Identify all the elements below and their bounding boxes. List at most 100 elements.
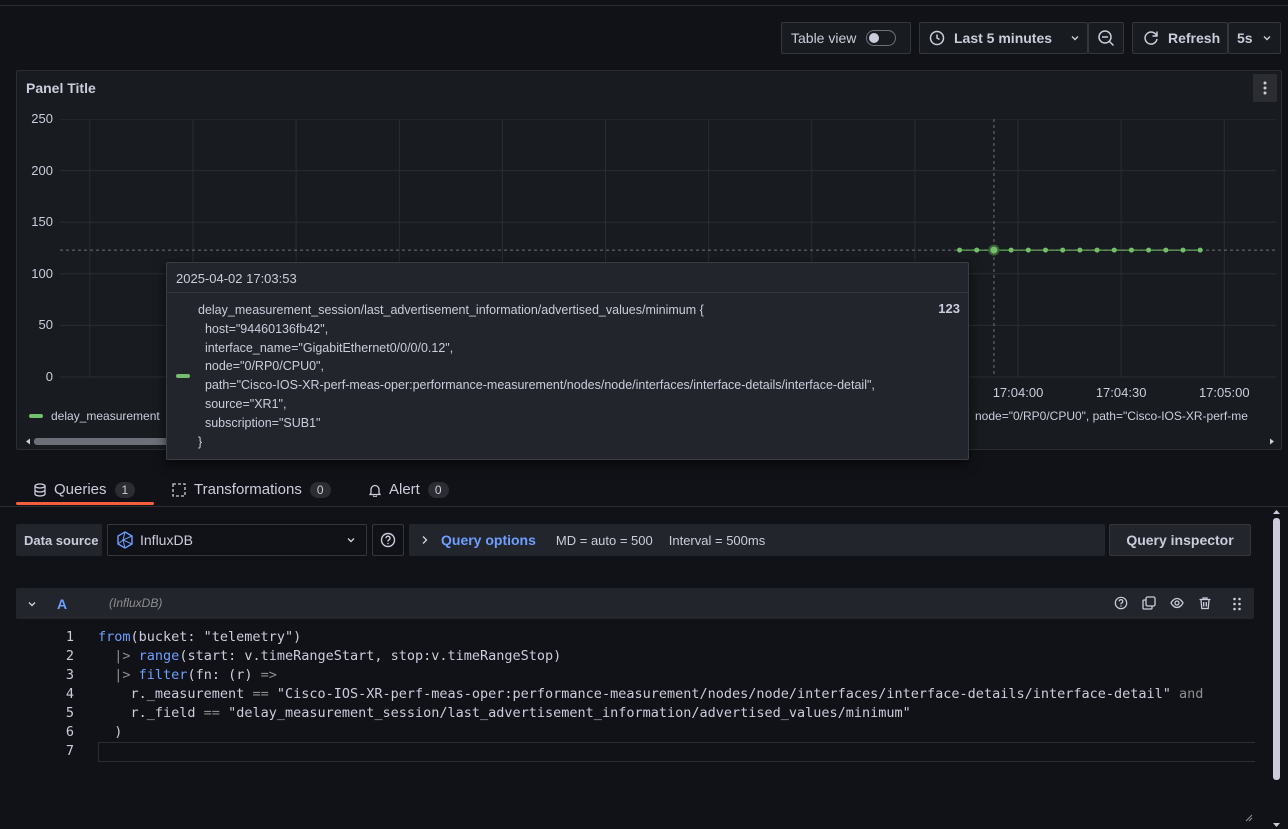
- editor-scrollbar[interactable]: [1272, 508, 1281, 829]
- legend-label-right: node="0/RP0/CPU0", path="Cisco-IOS-XR-pe…: [975, 409, 1248, 423]
- code-line[interactable]: 4 r._measurement == "Cisco-IOS-XR-perf-m…: [40, 686, 1255, 705]
- current-line-highlight: [98, 742, 1255, 762]
- y-tick-label: 250: [31, 111, 53, 126]
- toggle-switch[interactable]: [866, 30, 897, 46]
- datasource-selected: InfluxDB: [140, 532, 193, 548]
- code-text[interactable]: |> filter(fn: (r) =>: [98, 667, 277, 683]
- code-line[interactable]: 5 r._field == "delay_measurement_session…: [40, 705, 1255, 724]
- tab-transformations-count: 0: [309, 481, 331, 498]
- graph-tooltip: 2025-04-02 17:03:53 delay_measurement_se…: [166, 262, 969, 460]
- code-text[interactable]: r._field == "delay_measurement_session/l…: [98, 705, 911, 721]
- code-line[interactable]: 2 |> range(start: v.timeRangeStart, stop…: [40, 648, 1255, 667]
- query-options-label[interactable]: Query options: [441, 532, 536, 548]
- refresh-interval-picker[interactable]: 5s: [1228, 22, 1281, 54]
- chevron-down-icon: [346, 535, 356, 545]
- resize-handle-icon[interactable]: [1245, 814, 1253, 822]
- hovered-point[interactable]: [988, 244, 1000, 256]
- tooltip-divider: [167, 292, 968, 293]
- series-point[interactable]: [1077, 247, 1083, 253]
- line-number: 6: [65, 724, 74, 740]
- panel-title: Panel Title: [26, 80, 96, 96]
- refresh-label: Refresh: [1168, 30, 1221, 46]
- datasource-help-button[interactable]: [372, 524, 404, 556]
- drag-handle-icon[interactable]: [1232, 597, 1242, 611]
- code-text[interactable]: ): [98, 724, 122, 740]
- tab-alert-count: 0: [427, 481, 449, 498]
- datasource-label: Data source: [16, 524, 102, 556]
- tabs-divider: [0, 506, 1288, 507]
- table-view-label: Table view: [791, 30, 857, 46]
- code-text[interactable]: from(bucket: "telemetry"): [98, 629, 301, 645]
- query-options-md: MD = auto = 500: [555, 532, 653, 548]
- database-icon: [34, 482, 46, 497]
- question-circle-icon[interactable]: [1114, 596, 1128, 610]
- series-point[interactable]: [1180, 247, 1186, 253]
- query-options-interval: Interval = 500ms: [668, 532, 766, 548]
- line-number: 2: [65, 648, 74, 664]
- x-tick-label: 17:05:00: [1198, 385, 1250, 400]
- table-view-toggle[interactable]: Table view: [781, 22, 911, 54]
- tab-queries[interactable]: Queries 1: [34, 481, 136, 498]
- legend-label: delay_measurement: [51, 409, 160, 423]
- series-point[interactable]: [1146, 247, 1152, 253]
- series-point[interactable]: [1111, 247, 1117, 253]
- active-tab-indicator: [16, 502, 154, 505]
- trash-icon[interactable]: [1198, 596, 1212, 610]
- line-number: 1: [65, 629, 74, 645]
- line-number: 3: [65, 667, 74, 683]
- legend-swatch: [29, 414, 43, 418]
- line-number: 5: [65, 705, 74, 721]
- series-point[interactable]: [1163, 247, 1169, 253]
- influxdb-logo-icon: [116, 531, 134, 549]
- tooltip-series-labels: delay_measurement_session/last_advertise…: [198, 303, 875, 449]
- query-options-bar[interactable]: Query options MD = auto = 500 Interval =…: [409, 524, 1105, 556]
- bell-icon: [369, 483, 381, 497]
- refresh-button[interactable]: Refresh: [1132, 22, 1228, 54]
- tab-queries-count: 1: [114, 481, 136, 498]
- datasource-select[interactable]: InfluxDB: [107, 524, 367, 556]
- copy-icon[interactable]: [1142, 596, 1156, 610]
- tooltip-series-swatch: [176, 374, 190, 378]
- series-point[interactable]: [974, 247, 980, 253]
- more-vertical-icon: [1263, 81, 1267, 95]
- zoom-out-button[interactable]: [1088, 22, 1124, 54]
- line-number: 7: [65, 743, 74, 759]
- legend-item[interactable]: delay_measurement: [29, 409, 160, 423]
- chevron-down-icon[interactable]: [27, 599, 37, 609]
- code-line[interactable]: 6 ): [40, 724, 1255, 743]
- series-point[interactable]: [1060, 247, 1066, 253]
- series-point[interactable]: [1008, 247, 1014, 253]
- query-inspector-button[interactable]: Query inspector: [1109, 524, 1251, 556]
- query-datasource-name: (InfluxDB): [109, 596, 163, 610]
- query-editor[interactable]: 1 from(bucket: "telemetry") 2 |> range(sta…: [40, 626, 1255, 824]
- tab-transformations[interactable]: Transformations 0: [172, 481, 331, 498]
- series-point[interactable]: [1043, 247, 1048, 253]
- tooltip-value: 123: [938, 301, 960, 316]
- refresh-interval-label: 5s: [1237, 30, 1253, 46]
- y-tick-label: 0: [45, 369, 53, 384]
- code-text[interactable]: |> range(start: v.timeRangeStart, stop:v…: [98, 648, 561, 664]
- series-point[interactable]: [1094, 247, 1100, 253]
- eye-icon[interactable]: [1170, 596, 1184, 610]
- series-point[interactable]: [1025, 247, 1031, 253]
- y-tick-label: 200: [31, 162, 53, 178]
- code-line[interactable]: 1 from(bucket: "telemetry"): [40, 629, 1255, 648]
- refresh-icon: [1142, 29, 1160, 47]
- clock-icon: [929, 30, 945, 46]
- query-ref-id[interactable]: A: [57, 596, 67, 612]
- x-tick-label: 17:04:00: [992, 385, 1044, 400]
- tab-transformations-label: Transformations: [194, 481, 302, 498]
- tab-alert[interactable]: Alert 0: [369, 481, 449, 498]
- series-point[interactable]: [1128, 247, 1134, 253]
- series-point[interactable]: [957, 247, 963, 253]
- code-text[interactable]: r._measurement == "Cisco-IOS-XR-perf-mea…: [98, 686, 1204, 702]
- series-point[interactable]: [1197, 247, 1203, 253]
- panel-menu-button[interactable]: [1253, 74, 1277, 102]
- query-row-header[interactable]: A (InfluxDB): [16, 588, 1254, 619]
- transform-icon: [172, 482, 186, 497]
- y-tick-label: 150: [31, 214, 53, 230]
- tab-alert-label: Alert: [389, 481, 420, 498]
- question-circle-icon: [380, 532, 396, 548]
- time-range-picker[interactable]: Last 5 minutes: [919, 22, 1088, 54]
- code-line[interactable]: 3 |> filter(fn: (r) =>: [40, 667, 1255, 686]
